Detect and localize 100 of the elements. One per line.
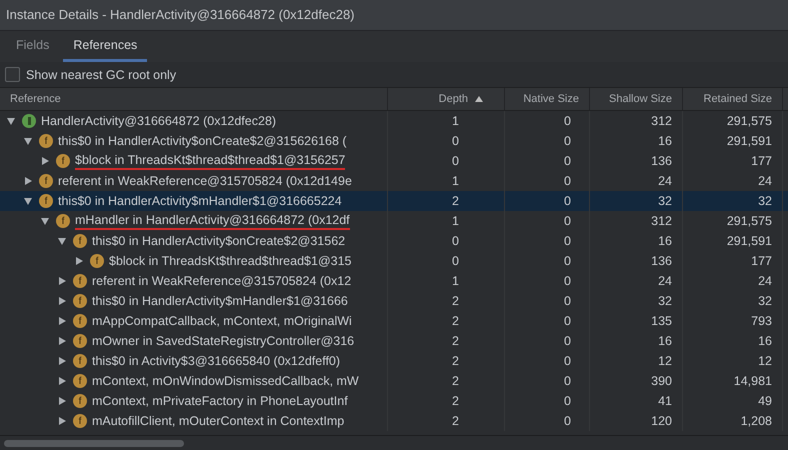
column-header[interactable]: Reference bbox=[0, 88, 388, 110]
shallow-size-cell: 390 bbox=[590, 371, 683, 391]
tree-row[interactable]: f $block in ThreadsKt$thread$thread$1@315 0 0 136 177 bbox=[0, 251, 788, 271]
reference-name: HandlerActivity@316664872 (0x12dfec28) bbox=[41, 114, 276, 128]
field-icon: f bbox=[73, 294, 87, 308]
reference-name: this$0 in Activity$3@316665840 (0x12dfeff0) bbox=[92, 354, 340, 368]
reference-name: this$0 in HandlerActivity$onCreate$2@315626168 ( bbox=[58, 134, 347, 148]
retained-size-cell: 291,575 bbox=[683, 111, 783, 131]
expand-arrow-icon[interactable] bbox=[57, 396, 67, 406]
expand-arrow-icon[interactable] bbox=[57, 236, 67, 246]
retained-size-cell: 291,591 bbox=[683, 131, 783, 151]
expand-arrow-icon[interactable] bbox=[57, 296, 67, 306]
tree-row[interactable]: f $block in ThreadsKt$thread$thread$1@3156257 0 0 136 177 bbox=[0, 151, 788, 171]
reference-name: mAutofillClient, mOuterContext in ContextImp bbox=[92, 414, 344, 428]
retained-size-cell: 177 bbox=[683, 151, 783, 171]
field-icon: f bbox=[39, 194, 53, 208]
checkbox-label: Show nearest GC root only bbox=[26, 68, 176, 82]
tree-row[interactable]: f mContext, mPrivateFactory in PhoneLayoutInf 2 0 41 49 bbox=[0, 391, 788, 411]
retained-size-cell: 32 bbox=[683, 291, 783, 311]
field-icon: f bbox=[73, 234, 87, 248]
sort-ascending-icon bbox=[474, 95, 484, 103]
native-size-cell: 0 bbox=[505, 111, 590, 131]
retained-size-cell: 177 bbox=[683, 251, 783, 271]
retained-size-cell: 291,575 bbox=[683, 211, 783, 231]
expand-arrow-icon[interactable] bbox=[23, 176, 33, 186]
expand-arrow-icon[interactable] bbox=[40, 216, 50, 226]
field-icon: f bbox=[90, 254, 104, 268]
shallow-size-cell: 16 bbox=[590, 231, 683, 251]
shallow-size-cell: 24 bbox=[590, 271, 683, 291]
field-icon: f bbox=[73, 354, 87, 368]
reference-name: mContext, mPrivateFactory in PhoneLayoutInf bbox=[92, 394, 348, 408]
depth-cell: 2 bbox=[388, 351, 505, 371]
reference-name: referent in WeakReference@315705824 (0x12d149e bbox=[58, 174, 352, 188]
field-icon: f bbox=[39, 174, 53, 188]
field-icon: f bbox=[73, 274, 87, 288]
retained-size-cell: 14,981 bbox=[683, 371, 783, 391]
tree-row[interactable]: f mOwner in SavedStateRegistryController@316 2 0 16 16 bbox=[0, 331, 788, 351]
reference-name: $block in ThreadsKt$thread$thread$1@315 bbox=[109, 254, 352, 268]
native-size-cell: 0 bbox=[505, 291, 590, 311]
native-size-cell: 0 bbox=[505, 391, 590, 411]
depth-cell: 2 bbox=[388, 311, 505, 331]
shallow-size-cell: 312 bbox=[590, 111, 683, 131]
scrollbar-thumb[interactable] bbox=[4, 440, 184, 446]
expand-arrow-icon[interactable] bbox=[57, 416, 67, 426]
reference-name: mAppCompatCallback, mContext, mOriginalWi bbox=[92, 314, 352, 328]
depth-cell: 2 bbox=[388, 371, 505, 391]
retained-size-cell: 12 bbox=[683, 351, 783, 371]
expand-arrow-icon[interactable] bbox=[6, 116, 16, 126]
tree-row[interactable]: f mAppCompatCallback, mContext, mOriginalWi 2 0 135 793 bbox=[0, 311, 788, 331]
tree-row[interactable]: f this$0 in HandlerActivity$onCreate$2@315626168 ( 0 0 16 291,591 bbox=[0, 131, 788, 151]
instance-icon bbox=[22, 114, 36, 128]
checkbox[interactable] bbox=[5, 67, 20, 82]
column-header[interactable]: Native Size bbox=[505, 88, 590, 110]
tree-row[interactable]: f this$0 in HandlerActivity$mHandler$1@316665224 2 0 32 32 bbox=[0, 191, 788, 211]
depth-cell: 2 bbox=[388, 291, 505, 311]
tree-row[interactable]: f this$0 in HandlerActivity$mHandler$1@31666 2 0 32 32 bbox=[0, 291, 788, 311]
depth-cell: 1 bbox=[388, 211, 505, 231]
tree-row[interactable]: f mHandler in HandlerActivity@316664872 (0x12df 1 0 312 291,575 bbox=[0, 211, 788, 231]
tab[interactable]: Fields bbox=[6, 31, 60, 62]
depth-cell: 2 bbox=[388, 411, 505, 431]
shallow-size-cell: 16 bbox=[590, 131, 683, 151]
field-icon: f bbox=[73, 314, 87, 328]
expand-arrow-icon[interactable] bbox=[57, 376, 67, 386]
native-size-cell: 0 bbox=[505, 351, 590, 371]
field-icon: f bbox=[73, 394, 87, 408]
retained-size-cell: 291,591 bbox=[683, 231, 783, 251]
shallow-size-cell: 41 bbox=[590, 391, 683, 411]
tree-row[interactable]: f mContext, mOnWindowDismissedCallback, mW 2 0 390 14,981 bbox=[0, 371, 788, 391]
depth-cell: 0 bbox=[388, 151, 505, 171]
retained-size-cell: 1,208 bbox=[683, 411, 783, 431]
depth-cell: 2 bbox=[388, 331, 505, 351]
tree-row[interactable]: f this$0 in HandlerActivity$onCreate$2@31562 0 0 16 291,591 bbox=[0, 231, 788, 251]
reference-name: this$0 in HandlerActivity$mHandler$1@31666 bbox=[92, 294, 348, 308]
expand-arrow-icon[interactable] bbox=[57, 356, 67, 366]
shallow-size-cell: 12 bbox=[590, 351, 683, 371]
tree-row[interactable]: f referent in WeakReference@315705824 (0x12 1 0 24 24 bbox=[0, 271, 788, 291]
tree-row[interactable]: f mAutofillClient, mOuterContext in ContextImp 2 0 120 1,208 bbox=[0, 411, 788, 431]
shallow-size-cell: 136 bbox=[590, 251, 683, 271]
native-size-cell: 0 bbox=[505, 191, 590, 211]
field-icon: f bbox=[73, 374, 87, 388]
expand-arrow-icon[interactable] bbox=[23, 196, 33, 206]
shallow-size-cell: 120 bbox=[590, 411, 683, 431]
expand-arrow-icon[interactable] bbox=[57, 276, 67, 286]
expand-arrow-icon[interactable] bbox=[57, 316, 67, 326]
reference-name: this$0 in HandlerActivity$onCreate$2@31562 bbox=[92, 234, 346, 248]
field-icon: f bbox=[56, 214, 70, 228]
expand-arrow-icon[interactable] bbox=[74, 256, 84, 266]
tree-row[interactable]: HandlerActivity@316664872 (0x12dfec28) 1 0 312 291,575 bbox=[0, 111, 788, 131]
column-header[interactable]: Shallow Size bbox=[590, 88, 683, 110]
native-size-cell: 0 bbox=[505, 251, 590, 271]
tree-row[interactable]: f this$0 in Activity$3@316665840 (0x12dfeff0) 2 0 12 12 bbox=[0, 351, 788, 371]
column-header[interactable]: Retained Size bbox=[683, 88, 783, 110]
depth-cell: 2 bbox=[388, 391, 505, 411]
native-size-cell: 0 bbox=[505, 271, 590, 291]
retained-size-cell: 793 bbox=[683, 311, 783, 331]
expand-arrow-icon[interactable] bbox=[23, 136, 33, 146]
expand-arrow-icon[interactable] bbox=[40, 156, 50, 166]
expand-arrow-icon[interactable] bbox=[57, 336, 67, 346]
field-icon: f bbox=[56, 154, 70, 168]
column-header[interactable]: Depth bbox=[388, 88, 505, 110]
